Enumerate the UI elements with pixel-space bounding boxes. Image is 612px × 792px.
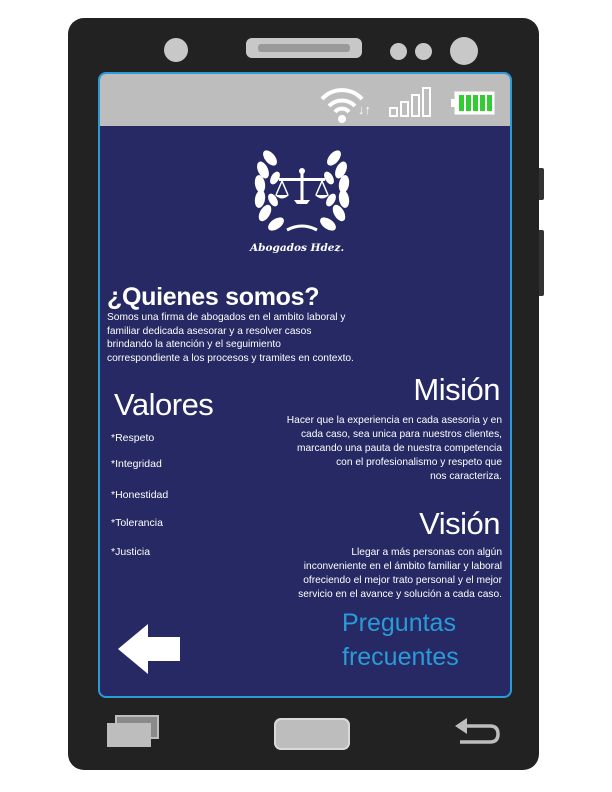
return-arrow-icon[interactable]	[452, 716, 502, 750]
mission-line: nos caracteriza.	[430, 471, 502, 482]
vision-line: Llegar a más personas con algún	[351, 547, 502, 558]
faq-line: Preguntas	[342, 609, 456, 637]
sensor-dot-1	[390, 43, 407, 60]
vision-line: servicio en el avance y solución a cada …	[298, 589, 502, 600]
home-button[interactable]	[274, 718, 350, 750]
scales-of-justice-icon	[254, 150, 350, 232]
back-arrow-icon[interactable]	[118, 624, 180, 674]
status-bar: ↓↑	[100, 74, 510, 126]
phone-frame: ↓↑ Abogados Hdez. ¿Quienes somos? Somos …	[68, 18, 544, 770]
signal-icon	[389, 87, 431, 117]
value-item: *Integridad	[111, 458, 162, 470]
mission-title: Misión	[413, 372, 500, 407]
vision-line: ofreciendo el mejor trato personal y el …	[303, 575, 502, 586]
mission-line: marcando una pauta de nuestra competenci…	[296, 443, 502, 454]
sensor-dot-2	[415, 43, 432, 60]
about-line: familiar dedicada asesorar y a resolver …	[107, 325, 312, 337]
data-arrows-icon: ↓↑	[358, 102, 371, 117]
value-item: *Respeto	[111, 432, 155, 444]
faq-line: frecuentes	[342, 643, 459, 671]
mission-line: con el profesionalismo y respeto que	[336, 457, 502, 468]
values-title: Valores	[114, 387, 214, 422]
vision-line: inconveniente en el ámbito familiar y la…	[303, 561, 502, 572]
proximity-sensor	[450, 37, 478, 65]
mission-text: Hacer que la experiencia en cada asesori…	[257, 414, 502, 484]
battery-icon	[451, 91, 495, 115]
value-item: *Tolerancia	[111, 517, 163, 529]
about-title: ¿Quienes somos?	[107, 283, 320, 311]
about-line: brindando la atención y el seguimiento	[107, 339, 281, 351]
about-line: correspondiente a los procesos y tramite…	[107, 352, 354, 364]
vision-title: Visión	[419, 506, 500, 541]
vision-text: Llegar a más personas con algún inconven…	[257, 546, 502, 602]
value-item: *Honestidad	[111, 489, 169, 501]
front-camera-icon	[164, 38, 188, 62]
value-item: *Justicia	[111, 546, 151, 558]
app-screen: ↓↑ Abogados Hdez. ¿Quienes somos? Somos …	[98, 72, 512, 698]
firm-name: Abogados Hdez.	[250, 242, 345, 254]
faq-link[interactable]: Preguntas frecuentes	[342, 606, 492, 674]
about-text: Somos una firma de abogados en el ambito…	[107, 311, 407, 365]
about-line: Somos una firma de abogados en el ambito…	[107, 312, 346, 323]
mission-line: Hacer que la experiencia en cada asesori…	[286, 415, 502, 426]
recent-apps-icon[interactable]	[106, 714, 162, 750]
volume-button[interactable]	[539, 230, 544, 296]
mission-line: cada caso, sea unica para nuestros clien…	[300, 429, 502, 440]
power-button[interactable]	[539, 168, 544, 200]
earpiece-speaker	[246, 38, 362, 58]
